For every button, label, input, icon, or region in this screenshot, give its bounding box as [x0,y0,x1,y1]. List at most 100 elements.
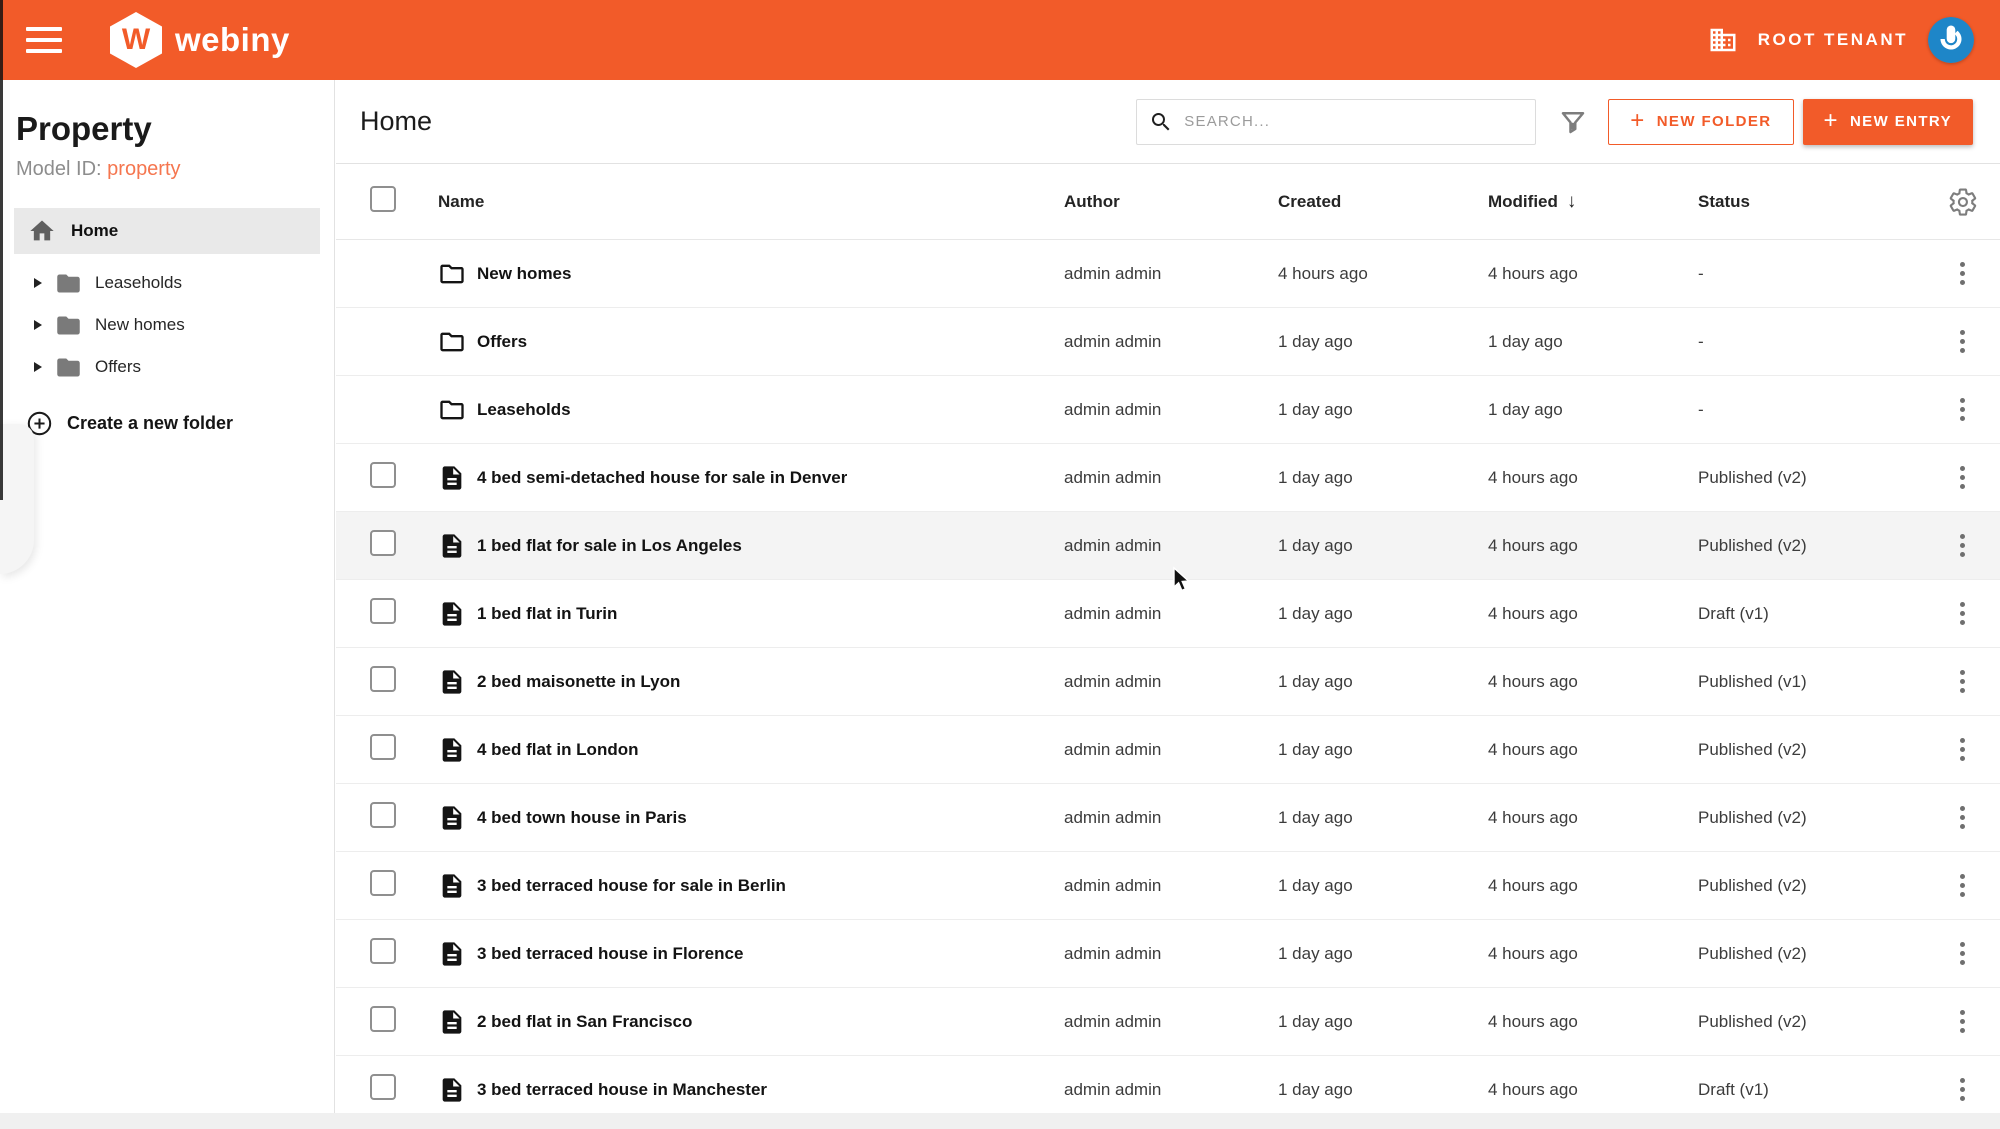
webiny-logo[interactable]: W webiny [110,12,290,68]
row-checkbox[interactable] [370,1074,396,1100]
sidebar-folder-new-homes[interactable]: New homes [0,304,334,346]
select-all-checkbox[interactable] [370,186,396,212]
table-row[interactable]: 2 bed flat in San Francisco admin admin … [336,988,2000,1056]
kebab-menu-icon[interactable] [1954,256,1971,291]
row-checkbox[interactable] [370,938,396,964]
search-input[interactable] [1184,113,1523,130]
row-status: Published (v1) [1698,672,1925,692]
row-modified: 4 hours ago [1488,740,1698,760]
row-status: Published (v2) [1698,944,1925,964]
sidebar-folder-leaseholds[interactable]: Leaseholds [0,262,334,304]
plus-icon: + [1630,109,1645,133]
kebab-menu-icon[interactable] [1954,596,1971,631]
row-checkbox[interactable] [370,802,396,828]
table-row[interactable]: New homes admin admin 4 hours ago 4 hour… [336,240,2000,308]
table-row[interactable]: 2 bed maisonette in Lyon admin admin 1 d… [336,648,2000,716]
row-created: 1 day ago [1278,604,1488,624]
kebab-menu-icon[interactable] [1954,868,1971,903]
row-status: Draft (v1) [1698,1080,1925,1100]
document-icon [438,668,466,696]
row-name[interactable]: 4 bed flat in London [477,740,638,760]
column-header-created[interactable]: Created [1278,192,1488,212]
user-avatar[interactable] [1928,17,1974,63]
row-name[interactable]: 3 bed terraced house in Manchester [477,1080,767,1100]
row-name[interactable]: 3 bed terraced house for sale in Berlin [477,876,786,896]
column-header-status[interactable]: Status [1698,192,1925,212]
row-name[interactable]: New homes [477,264,571,284]
search-box[interactable] [1136,99,1536,145]
bottom-strip [0,1113,2000,1129]
plus-icon: + [1824,109,1839,133]
row-name[interactable]: Leaseholds [477,400,571,420]
table-row[interactable]: 1 bed flat in Turin admin admin 1 day ag… [336,580,2000,648]
breadcrumb-home[interactable]: Home [360,106,432,137]
table-row[interactable]: Offers admin admin 1 day ago 1 day ago - [336,308,2000,376]
kebab-menu-icon[interactable] [1954,936,1971,971]
table-row[interactable]: 1 bed flat for sale in Los Angeles admin… [336,512,2000,580]
kebab-menu-icon[interactable] [1954,1004,1971,1039]
row-modified: 1 day ago [1488,332,1698,352]
row-author: admin admin [1064,672,1278,692]
kebab-menu-icon[interactable] [1954,664,1971,699]
sort-desc-icon[interactable]: ↓ [1567,191,1577,213]
caret-right-icon[interactable] [34,320,42,330]
kebab-menu-icon[interactable] [1954,392,1971,427]
caret-right-icon[interactable] [34,362,42,372]
row-author: admin admin [1064,944,1278,964]
row-checkbox[interactable] [370,734,396,760]
column-settings-gear-icon[interactable] [1948,187,1978,217]
row-checkbox[interactable] [370,666,396,692]
caret-right-icon[interactable] [34,278,42,288]
row-checkbox[interactable] [370,1006,396,1032]
hamburger-menu-icon[interactable] [26,27,62,53]
row-author: admin admin [1064,1012,1278,1032]
kebab-menu-icon[interactable] [1954,324,1971,359]
table-row[interactable]: 3 bed terraced house for sale in Berlin … [336,852,2000,920]
column-header-name[interactable]: Name [438,192,484,212]
new-folder-label: NEW FOLDER [1657,113,1772,130]
row-checkbox[interactable] [370,598,396,624]
folder-icon [55,270,82,297]
sidebar-folder-offers[interactable]: Offers [0,346,334,388]
kebab-menu-icon[interactable] [1954,732,1971,767]
table-row[interactable]: 4 bed semi-detached house for sale in De… [336,444,2000,512]
new-folder-button[interactable]: + NEW FOLDER [1608,99,1793,145]
drawer-shadow [0,424,34,574]
row-created: 1 day ago [1278,876,1488,896]
row-modified: 4 hours ago [1488,536,1698,556]
model-id-link[interactable]: property [107,158,180,180]
row-modified: 4 hours ago [1488,468,1698,488]
table-row[interactable]: 4 bed flat in London admin admin 1 day a… [336,716,2000,784]
row-modified: 4 hours ago [1488,604,1698,624]
row-name[interactable]: 1 bed flat for sale in Los Angeles [477,536,742,556]
create-folder-label: Create a new folder [67,413,233,434]
column-header-author[interactable]: Author [1064,192,1278,212]
row-checkbox[interactable] [370,530,396,556]
kebab-menu-icon[interactable] [1954,1072,1971,1107]
row-name[interactable]: 2 bed flat in San Francisco [477,1012,692,1032]
column-header-modified[interactable]: Modified ↓ [1488,191,1698,213]
create-new-folder-button[interactable]: Create a new folder [0,410,334,437]
row-created: 1 day ago [1278,332,1488,352]
row-name[interactable]: 4 bed semi-detached house for sale in De… [477,468,847,488]
new-entry-button[interactable]: + NEW ENTRY [1803,99,1973,145]
row-checkbox[interactable] [370,870,396,896]
kebab-menu-icon[interactable] [1954,460,1971,495]
row-author: admin admin [1064,740,1278,760]
filter-button[interactable] [1558,107,1588,137]
kebab-menu-icon[interactable] [1954,528,1971,563]
row-name[interactable]: 4 bed town house in Paris [477,808,687,828]
home-icon [28,217,56,245]
sidebar-item-home[interactable]: Home [14,208,320,254]
row-name[interactable]: 1 bed flat in Turin [477,604,617,624]
table-row[interactable]: Leaseholds admin admin 1 day ago 1 day a… [336,376,2000,444]
row-status: Published (v2) [1698,808,1925,828]
table-row[interactable]: 3 bed terraced house in Florence admin a… [336,920,2000,988]
row-name[interactable]: 3 bed terraced house in Florence [477,944,743,964]
row-checkbox[interactable] [370,462,396,488]
kebab-menu-icon[interactable] [1954,800,1971,835]
row-name[interactable]: 2 bed maisonette in Lyon [477,672,680,692]
table-row[interactable]: 4 bed town house in Paris admin admin 1 … [336,784,2000,852]
row-created: 1 day ago [1278,1012,1488,1032]
row-name[interactable]: Offers [477,332,527,352]
